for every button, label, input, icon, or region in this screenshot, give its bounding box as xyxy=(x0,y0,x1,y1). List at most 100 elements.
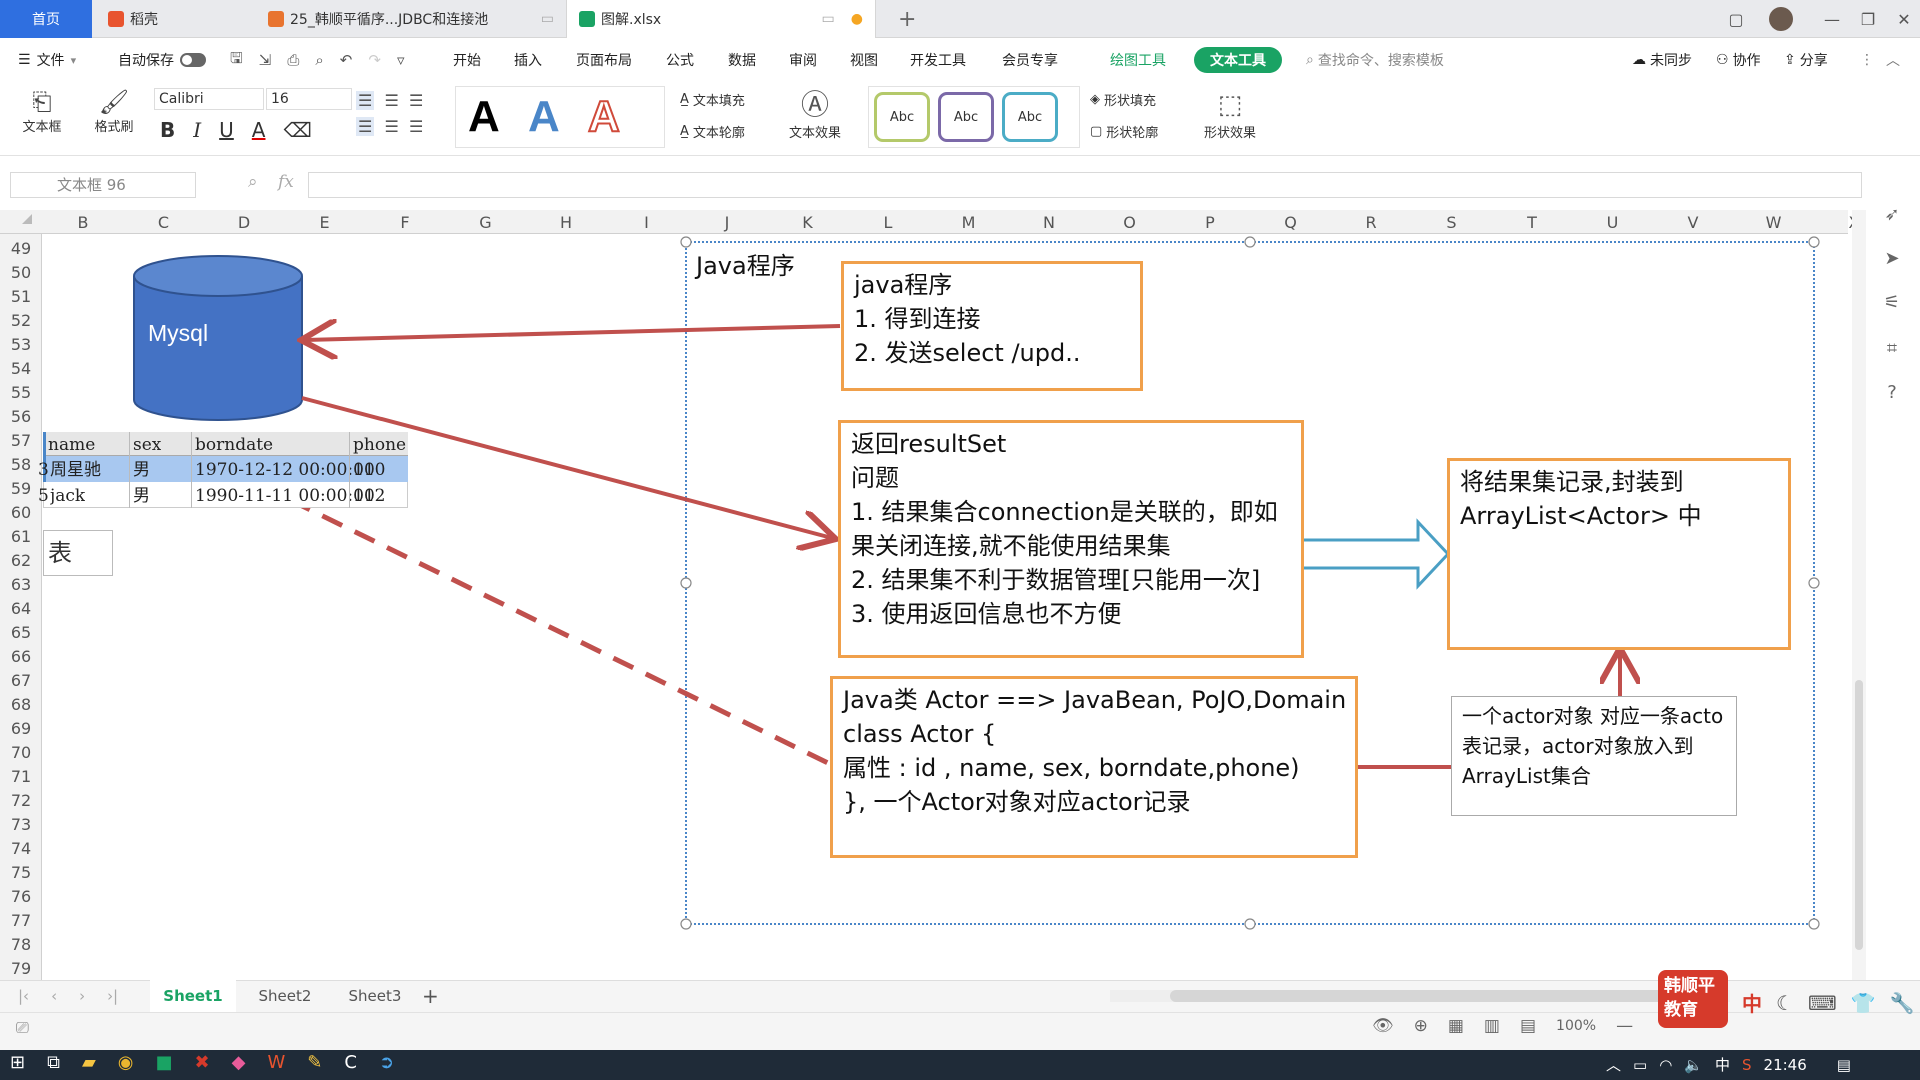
box-line: 表记录，actor对象放入到 xyxy=(1462,734,1694,758)
table-cell: 周星驰 xyxy=(50,460,101,480)
table-cell: jack xyxy=(50,486,86,506)
box-actor-class[interactable]: Java类 Actor ==> JavaBean, PoJO,Domain cl… xyxy=(830,676,1358,858)
table-cell: 112 xyxy=(353,486,386,506)
box-actor-note[interactable]: 一个actor对象 对应一条acto 表记录，actor对象放入到 ArrayL… xyxy=(1451,696,1737,816)
table-header-sex: sex xyxy=(133,435,162,455)
windows-start-icon[interactable]: ⊞ xyxy=(10,1052,25,1073)
tab-sheet1-label: Sheet1 xyxy=(163,987,223,1005)
normal-view-icon[interactable]: ▦ xyxy=(1448,1016,1464,1036)
moon-icon[interactable]: ☾ xyxy=(1776,991,1794,1015)
ime-mode[interactable]: 中 xyxy=(1742,988,1762,1017)
last-sheet-icon[interactable]: ›| xyxy=(107,987,118,1005)
tab-sheet2[interactable]: Sheet2 xyxy=(246,980,324,1012)
volume-icon[interactable]: 🔈 xyxy=(1684,1056,1703,1074)
box-line: java程序 xyxy=(854,271,953,299)
tray-chevron-icon[interactable]: ︿ xyxy=(1606,1054,1621,1075)
vertical-scrollbar[interactable] xyxy=(1852,210,1866,980)
zoom-out-icon[interactable]: — xyxy=(1616,1016,1633,1036)
sogou-icon[interactable]: S xyxy=(1742,1056,1752,1074)
table-header-name: name xyxy=(48,435,96,455)
view-controls: 👁 ⊕ ▦ ▥ ▤ 100% — xyxy=(1372,1016,1633,1036)
table-divider xyxy=(191,432,192,508)
box-line: 一个actor对象 对应一条acto xyxy=(1462,704,1724,728)
shirt-icon[interactable]: 👕 xyxy=(1851,991,1876,1015)
box-line: 2. 发送select /upd.. xyxy=(854,339,1081,367)
macro-icon[interactable]: ⎚ xyxy=(16,1018,29,1038)
next-sheet-icon[interactable]: › xyxy=(79,987,85,1005)
keyboard-icon[interactable]: ⌨ xyxy=(1808,991,1837,1015)
system-tray: ︿ ▭ ◠ 🔈 中 S 21:46 ▤ xyxy=(1606,1054,1851,1075)
table-row-prefix: 5 xyxy=(38,486,49,506)
table-cell: 1990-11-11 00:00:00 xyxy=(195,486,375,506)
table-divider xyxy=(349,432,350,508)
idea-icon[interactable]: ◆ xyxy=(232,1052,246,1073)
add-sheet-button[interactable]: + xyxy=(422,980,439,1012)
box-line: 果关闭连接,就不能使用结果集 xyxy=(851,532,1171,560)
rocket-icon[interactable]: ➶ xyxy=(1878,200,1906,228)
arrow-app-icon[interactable]: ➲ xyxy=(379,1052,394,1073)
prev-sheet-icon[interactable]: ‹ xyxy=(51,987,57,1005)
settings-sliders-icon[interactable]: ⚟ xyxy=(1878,288,1906,316)
notes-icon[interactable]: ✎ xyxy=(307,1052,322,1073)
block-arrow-right xyxy=(1296,518,1451,590)
help-icon[interactable]: ? xyxy=(1878,378,1906,406)
app-green-icon[interactable]: ■ xyxy=(156,1052,173,1073)
box-line: ArrayList<Actor> 中 xyxy=(1460,502,1702,530)
table-cell: 男 xyxy=(133,486,150,506)
battery-icon[interactable]: ▭ xyxy=(1633,1056,1647,1074)
box-line: ArrayList集合 xyxy=(1462,764,1591,788)
language-icon[interactable]: ⊕ xyxy=(1414,1016,1428,1036)
clock[interactable]: 21:46 xyxy=(1764,1056,1807,1074)
task-view-icon[interactable]: ⧉ xyxy=(47,1052,60,1073)
crop-icon[interactable]: ⌗ xyxy=(1878,334,1906,362)
terminal-icon[interactable]: C xyxy=(344,1052,357,1073)
taskbar-apps: ⊞ ⧉ ▰ ◉ ■ ✖ ◆ W ✎ C ➲ xyxy=(10,1052,394,1073)
vertical-scroll-thumb[interactable] xyxy=(1855,680,1863,950)
box-line: 将结果集记录,封装到 xyxy=(1460,468,1684,496)
cursor-icon[interactable]: ➤ xyxy=(1878,244,1906,272)
box-line: Java类 Actor ==> JavaBean, PoJO,Domain xyxy=(843,686,1347,714)
box-line: 1. 结果集合connection是关联的，即如 xyxy=(851,498,1278,526)
tray-ime[interactable]: 中 xyxy=(1715,1054,1730,1075)
box-resultset[interactable]: 返回resultSet 问题 1. 结果集合connection是关联的，即如 … xyxy=(838,420,1304,658)
ime-toolbar: 中 ☾ ⌨ 👕 🔧 xyxy=(1742,988,1915,1017)
horizontal-scrollbar[interactable] xyxy=(1110,990,1730,1002)
box-line: class Actor { xyxy=(843,720,997,748)
app-red-icon[interactable]: ✖ xyxy=(195,1052,210,1073)
first-sheet-icon[interactable]: |‹ xyxy=(18,987,29,1005)
box-line: 1. 得到连接 xyxy=(854,305,981,333)
table-cell: 110 xyxy=(353,460,386,480)
table-header-phone: phone xyxy=(353,435,407,455)
chrome-icon[interactable]: ◉ xyxy=(118,1052,134,1073)
wrench-icon[interactable]: 🔧 xyxy=(1890,991,1915,1015)
folder-icon[interactable]: ▰ xyxy=(82,1052,96,1073)
dashed-line-table-to-actor xyxy=(288,497,832,767)
box-java-program[interactable]: java程序 1. 得到连接 2. 发送select /upd.. xyxy=(841,261,1143,391)
notification-icon[interactable]: ▤ xyxy=(1837,1056,1851,1074)
arrow-java-to-mysql xyxy=(305,326,841,340)
table-cell: 男 xyxy=(133,460,150,480)
box-line: 属性 : id , name, sex, borndate,phone) xyxy=(843,754,1300,782)
wps-icon[interactable]: W xyxy=(267,1052,285,1073)
box-arraylist[interactable]: 将结果集记录,封装到 ArrayList<Actor> 中 xyxy=(1447,458,1791,650)
tab-sheet1[interactable]: Sheet1 xyxy=(150,980,236,1012)
page-break-icon[interactable]: ▤ xyxy=(1520,1016,1536,1036)
zoom-level[interactable]: 100% xyxy=(1556,1018,1596,1034)
tab-sheet2-label: Sheet2 xyxy=(258,987,312,1005)
table-label-box[interactable]: 表 xyxy=(43,530,113,576)
table-divider xyxy=(129,432,130,508)
eye-protect-icon[interactable]: 👁 xyxy=(1372,1016,1394,1036)
box-line: 2. 结果集不利于数据管理[只能用一次] xyxy=(851,566,1261,594)
table-header-borndate: borndate xyxy=(195,435,274,455)
page-view-icon[interactable]: ▥ xyxy=(1484,1016,1500,1036)
box-line: }, 一个Actor对象对应actor记录 xyxy=(843,788,1191,816)
box-line: 3. 使用返回信息也不方便 xyxy=(851,600,1122,628)
wifi-icon[interactable]: ◠ xyxy=(1659,1056,1672,1074)
sheet-nav-buttons: |‹ ‹ › ›| xyxy=(18,980,118,1012)
tab-sheet3[interactable]: Sheet3 xyxy=(336,980,414,1012)
mysql-label: Mysql xyxy=(148,320,209,346)
box-line: 问题 xyxy=(851,464,899,492)
table-row-prefix: 3 xyxy=(38,460,49,480)
horizontal-scroll-thumb[interactable] xyxy=(1170,990,1690,1002)
watermark-logo: 韩顺平教育 xyxy=(1658,970,1728,1028)
